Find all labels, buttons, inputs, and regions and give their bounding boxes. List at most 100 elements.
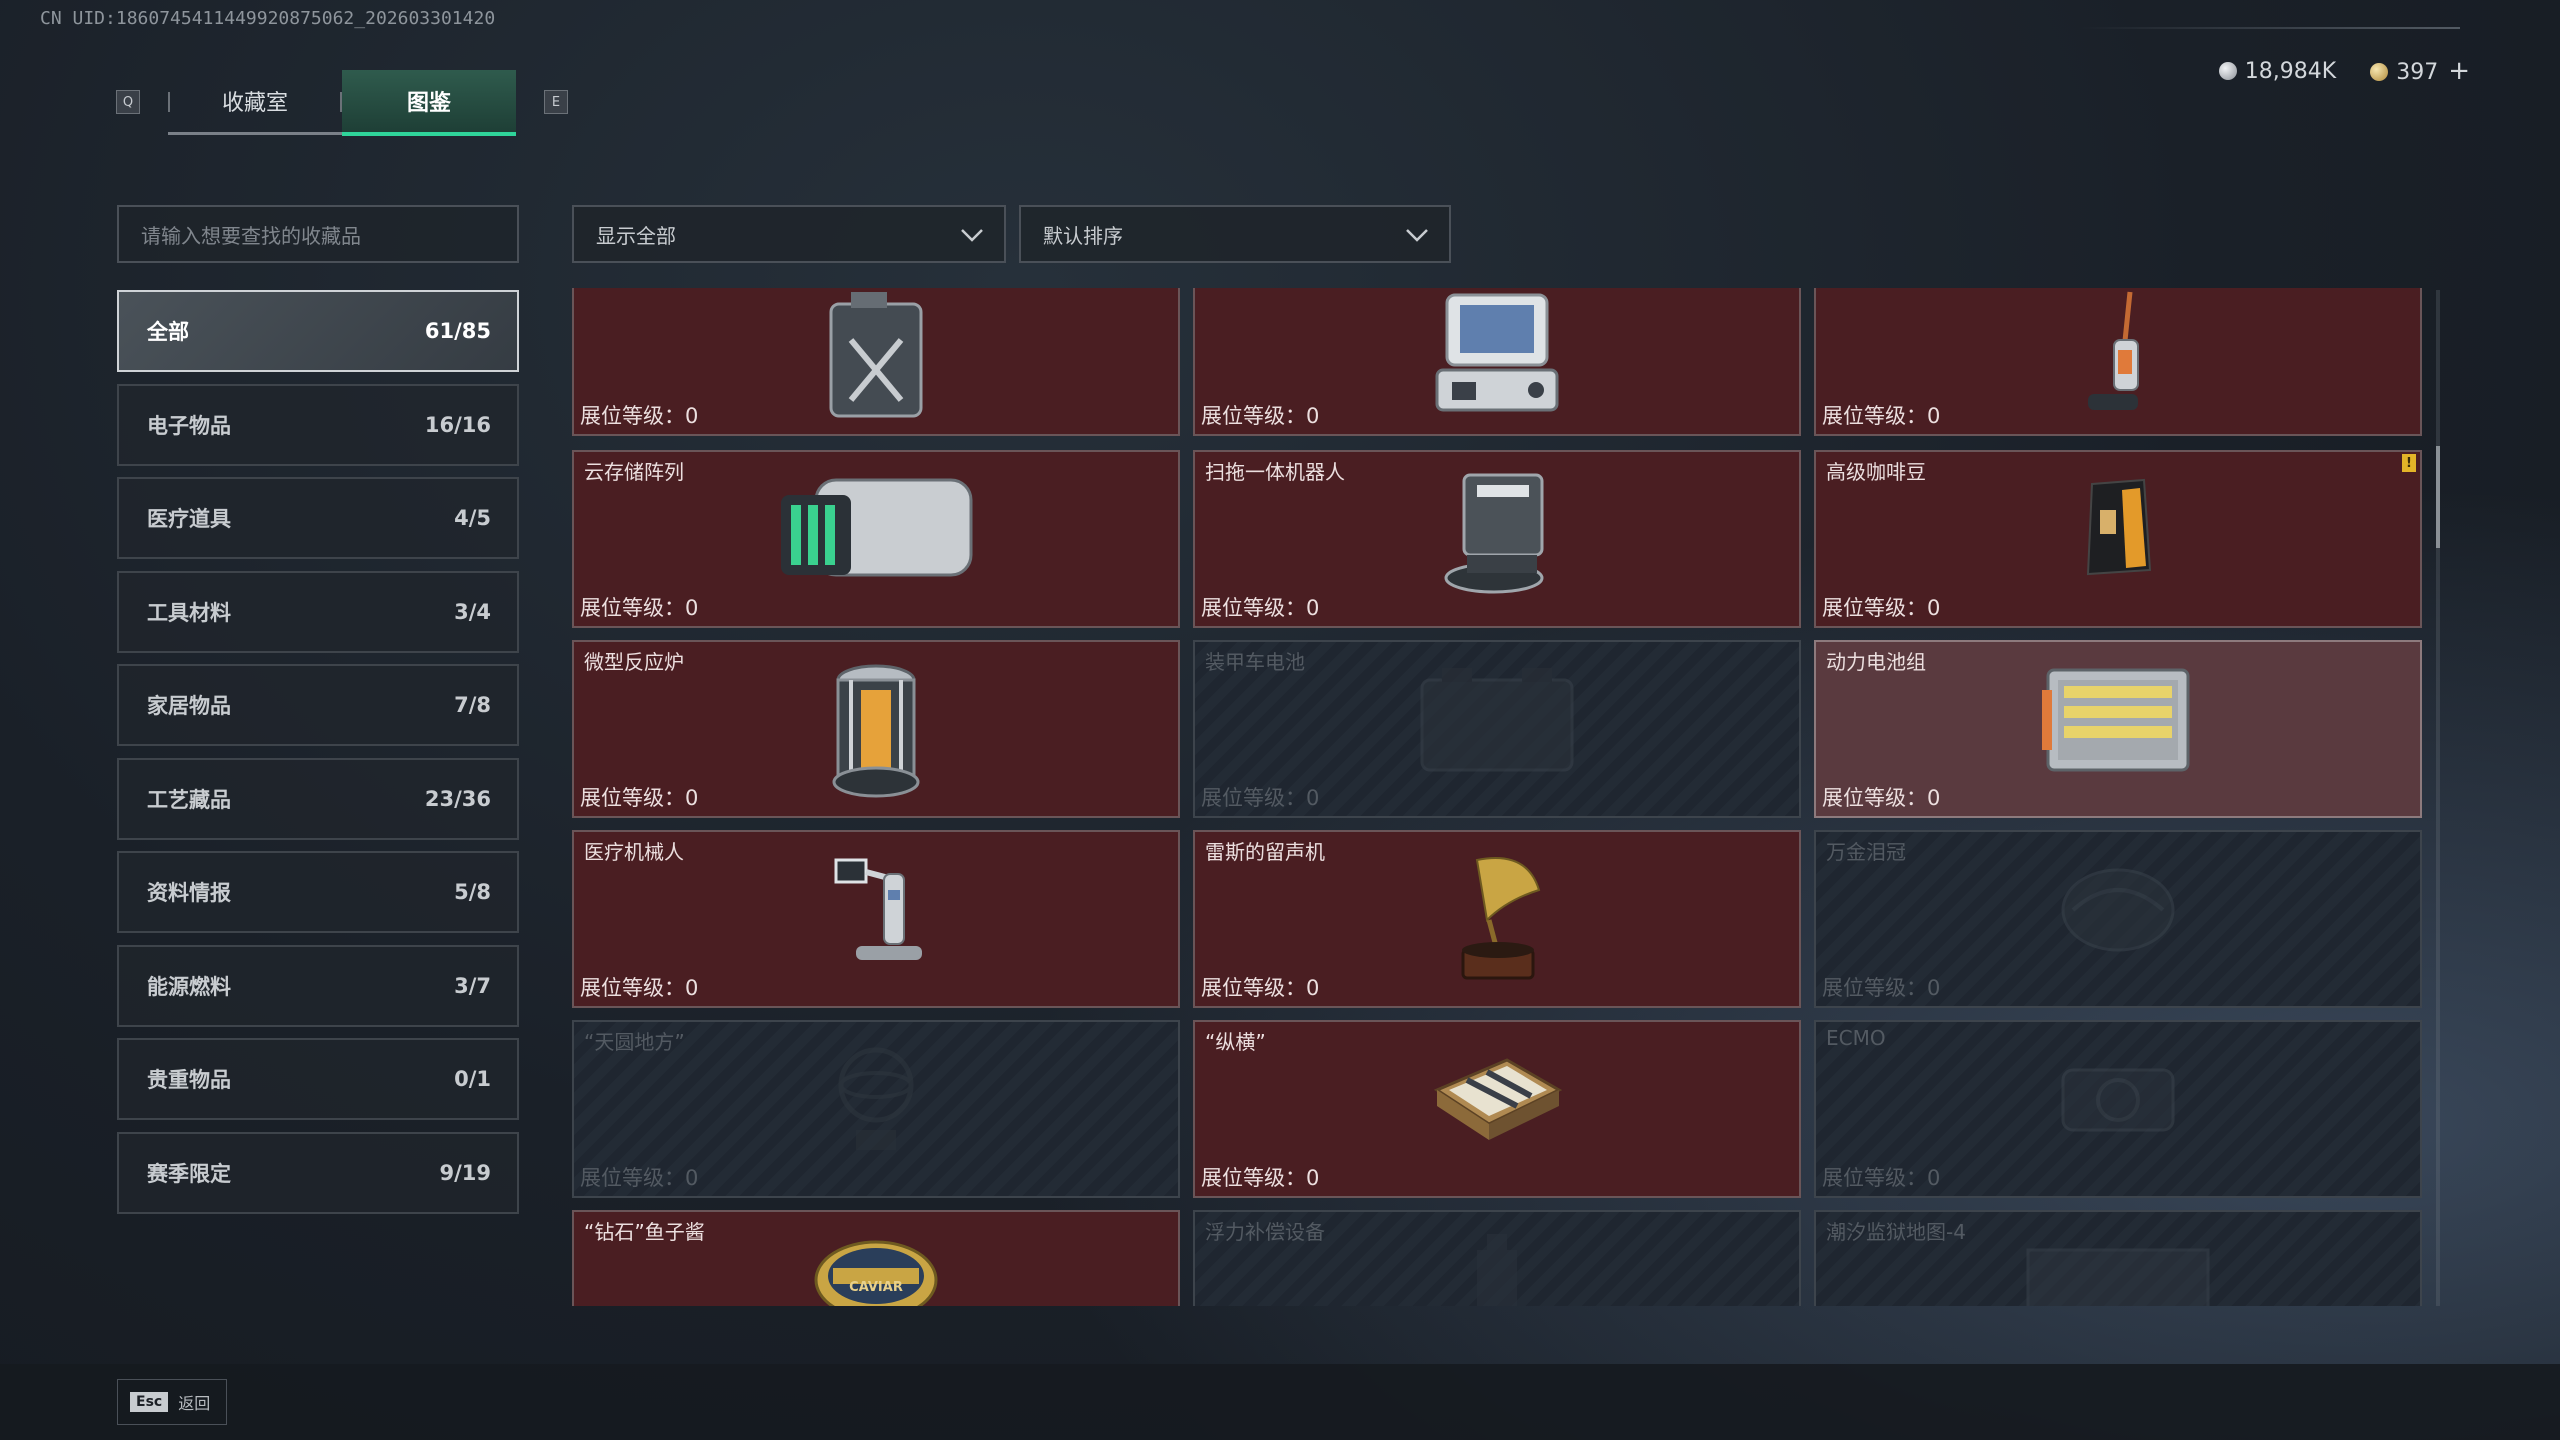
gold-coin-icon (2370, 63, 2389, 81)
collectible-card[interactable]: 潮汐监狱地图-4 (1814, 1210, 2422, 1306)
collectible-card[interactable]: ECMO 展位等级：0 (1814, 1020, 2422, 1198)
medical-robot-icon (826, 850, 926, 974)
booth-level: 展位等级：0 (1201, 786, 1320, 810)
collectible-card[interactable]: 动力电池组展位等级：0 (1814, 640, 2422, 818)
category-count: 7/8 (454, 693, 491, 717)
silver-currency: 18,984K (2218, 59, 2336, 84)
collectible-card[interactable]: 万金泪冠 展位等级：0 (1814, 830, 2422, 1008)
category-item[interactable]: 贵重物品 0/1 (117, 1038, 519, 1120)
collectible-name: 装甲车电池 (1205, 650, 1305, 674)
booth-level: 展位等级：0 (1201, 1166, 1320, 1190)
prev-tab-key[interactable]: Q (116, 90, 140, 114)
collectible-card[interactable]: 雷斯的留声机展位等级：0 (1193, 830, 1801, 1008)
collectible-grid: 展位等级：0 展位等级：0 展位等级：0 云存储阵列 展位等级：0 扫拖一体机器人 展位等级… (572, 288, 2424, 1306)
booth-level: 展位等级：0 (1822, 404, 1941, 428)
collectible-name: 云存储阵列 (584, 460, 684, 484)
booth-level: 展位等级：0 (580, 786, 699, 810)
scrollbar-track[interactable] (2436, 290, 2440, 1306)
coffee-bag-icon (2078, 470, 2158, 584)
booth-level: 展位等级：0 (1201, 976, 1320, 1000)
sort-selected: 默认排序 (1043, 223, 1123, 248)
collectible-name: 医疗机械人 (584, 840, 684, 864)
collectible-name: 动力电池组 (1826, 650, 1926, 674)
collectible-card[interactable]: 展位等级：0 (572, 288, 1180, 436)
ecmo-icon (2043, 1040, 2193, 1154)
category-count: 4/5 (454, 506, 491, 530)
category-item[interactable]: 资料情报 5/8 (117, 851, 519, 933)
category-item[interactable]: 全部 61/85 (117, 290, 519, 372)
category-count: 0/1 (454, 1067, 491, 1091)
tab-collection-room[interactable]: 收藏室 (168, 70, 342, 135)
crown-icon (2053, 850, 2183, 964)
collectible-card[interactable]: 展位等级：0 (1193, 288, 1801, 436)
collectible-card[interactable]: 浮力补偿设备 (1193, 1210, 1801, 1306)
booth-level: 展位等级：0 (1822, 976, 1941, 1000)
collectible-name: “钻石”鱼子酱 (584, 1220, 705, 1244)
category-item[interactable]: 家居物品 7/8 (117, 664, 519, 746)
category-item[interactable]: 医疗道具 4/5 (117, 477, 519, 559)
scrollbar-thumb[interactable] (2436, 446, 2440, 548)
booth-level: 展位等级：0 (1822, 786, 1941, 810)
category-item[interactable]: 电子物品 16/16 (117, 383, 519, 466)
category-label: 医疗道具 (147, 507, 231, 531)
tab-codex[interactable]: 图鉴 (342, 70, 516, 136)
battery-pack-icon (2038, 660, 2198, 788)
collectible-card[interactable]: 医疗机械人 展位等级：0 (572, 830, 1180, 1008)
collectible-name: 潮汐监狱地图-4 (1826, 1220, 1966, 1244)
collectible-card[interactable]: 展位等级：0 (1814, 288, 2422, 436)
category-label: 赛季限定 (147, 1161, 231, 1186)
floor-scrubber-icon (2078, 290, 2158, 424)
gramophone-icon (1447, 850, 1547, 994)
map-icon (2023, 1230, 2213, 1306)
category-label: 贵重物品 (147, 1068, 231, 1092)
footer-bar (0, 1364, 2560, 1440)
header-divider (2080, 27, 2460, 29)
filter-dropdown[interactable]: 显示全部 (572, 205, 1006, 263)
sort-dropdown[interactable]: 默认排序 (1019, 205, 1451, 263)
collectible-card[interactable]: “纵横” 展位等级：0 (1193, 1020, 1801, 1198)
category-count: 23/36 (424, 786, 491, 811)
collectible-card[interactable]: 装甲车电池展位等级：0 (1193, 640, 1801, 818)
reactor-icon (821, 660, 931, 804)
collectible-card[interactable]: “天圆地方” 展位等级：0 (572, 1020, 1180, 1198)
category-label: 家居物品 (147, 694, 231, 718)
collectible-card[interactable]: 扫拖一体机器人 展位等级：0 (1193, 450, 1801, 628)
back-button[interactable]: Esc 返回 (117, 1379, 227, 1425)
collectible-name: 浮力补偿设备 (1205, 1220, 1325, 1244)
add-currency-button[interactable]: + (2448, 56, 2470, 86)
back-label: 返回 (178, 1394, 211, 1413)
collectible-card[interactable]: 云存储阵列 展位等级：0 (572, 450, 1180, 628)
booth-level: 展位等级：0 (1822, 596, 1941, 620)
category-label: 能源燃料 (147, 974, 231, 999)
category-count: 5/8 (454, 880, 491, 904)
currency-bar: 18,984K 397 + (2218, 56, 2470, 86)
storage-array-icon (776, 470, 976, 594)
collectible-name: 微型反应炉 (584, 650, 684, 674)
category-count: 61/85 (424, 319, 491, 343)
robot-vacuum-icon (1442, 470, 1552, 604)
computer-terminal-icon (1432, 290, 1562, 419)
collectible-name: 雷斯的留声机 (1205, 840, 1325, 864)
category-item[interactable]: 能源燃料 3/7 (117, 944, 519, 1027)
vehicle-battery-icon (1412, 660, 1582, 784)
gold-currency: 397 + (2370, 56, 2470, 86)
category-label: 电子物品 (147, 413, 231, 438)
category-item[interactable]: 工具材料 3/4 (117, 570, 519, 653)
category-count: 16/16 (424, 412, 491, 437)
category-label: 全部 (147, 320, 189, 344)
tab-separator (340, 92, 342, 112)
booth-level: 展位等级：0 (580, 404, 699, 428)
uid-label: CN UID:1860745411449920875062_2026033014… (40, 8, 496, 29)
category-item[interactable]: 工艺藏品 23/36 (117, 757, 519, 840)
tab-bar: 收藏室 图鉴 (168, 70, 516, 136)
collectible-name: ECMO (1826, 1026, 1886, 1050)
collectible-card[interactable]: CAVIAR “钻石”鱼子酱 (572, 1210, 1180, 1306)
category-count: 9/19 (439, 1160, 491, 1185)
search-input[interactable]: 请输入想要查找的收藏品 (117, 205, 519, 263)
collectible-card[interactable]: 微型反应炉展位等级：0 (572, 640, 1180, 818)
fuel-can-icon (821, 290, 931, 424)
category-item[interactable]: 赛季限定 9/19 (117, 1131, 519, 1214)
collectible-card[interactable]: 高级咖啡豆 展位等级：0! (1814, 450, 2422, 628)
collectible-name: “天圆地方” (584, 1030, 685, 1054)
next-tab-key[interactable]: E (544, 90, 568, 114)
